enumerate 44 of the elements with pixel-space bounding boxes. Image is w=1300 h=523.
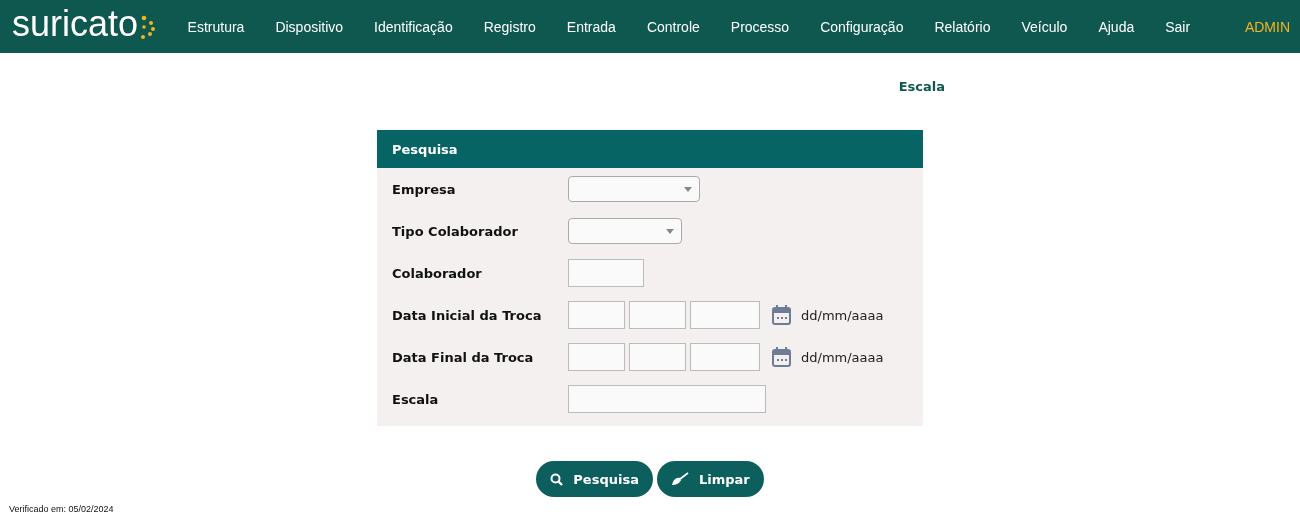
menu-item[interactable]: Processo <box>715 18 805 35</box>
input-field[interactable] <box>568 385 766 413</box>
select-field[interactable] <box>568 218 682 244</box>
broom-icon <box>670 472 689 486</box>
year-field[interactable] <box>690 301 760 329</box>
menu-item[interactable]: Controle <box>631 18 716 35</box>
field-label: Escala <box>392 391 440 407</box>
menu-item[interactable]: Sair <box>1149 18 1206 35</box>
day-field[interactable] <box>568 301 625 329</box>
field-label: Data Inicial da Troca <box>392 307 543 323</box>
search-button[interactable]: Pesquisa <box>536 461 653 497</box>
day-field[interactable] <box>568 343 625 371</box>
date-format-hint: dd/mm/aaaa <box>801 349 884 365</box>
caret-icon <box>666 229 674 234</box>
field-label: Empresa <box>392 181 457 197</box>
dots-icon <box>138 14 157 39</box>
input-field[interactable] <box>568 259 644 287</box>
date-format-hint: dd/mm/aaaa <box>801 307 884 323</box>
year-field[interactable] <box>690 343 760 371</box>
menu-item[interactable]: Registro <box>468 18 552 35</box>
panel-title: Pesquisa <box>377 130 923 168</box>
caret-icon <box>684 187 692 192</box>
calendar-icon[interactable] <box>772 347 791 367</box>
menu-item[interactable]: Relatório <box>918 18 1006 35</box>
menu-item[interactable]: Estrutura <box>172 18 260 35</box>
field-label: Colaborador <box>392 265 483 281</box>
search-icon <box>550 472 564 486</box>
field-label: Data Final da Troca <box>392 349 535 365</box>
select-field[interactable] <box>568 176 700 202</box>
user-name[interactable]: ADMIN <box>1244 18 1290 35</box>
menu-item[interactable]: Entrada <box>551 18 632 35</box>
calendar-icon[interactable] <box>772 305 791 325</box>
menu-item[interactable]: Identificação <box>358 18 469 35</box>
menu-item[interactable]: Ajuda <box>1082 18 1150 35</box>
clear-button[interactable]: Limpar <box>656 461 764 497</box>
menu-item[interactable]: Configuração <box>804 18 919 35</box>
menu-item[interactable]: Dispositivo <box>259 18 359 35</box>
field-label: Tipo Colaborador <box>392 223 519 239</box>
page-title: Escala <box>898 79 945 94</box>
month-field[interactable] <box>629 301 686 329</box>
verified-date: Verificado em: 05/02/2024 <box>9 504 114 514</box>
month-field[interactable] <box>629 343 686 371</box>
menu-item[interactable]: Veículo <box>1005 18 1083 35</box>
logo-text: suricato <box>12 5 139 42</box>
